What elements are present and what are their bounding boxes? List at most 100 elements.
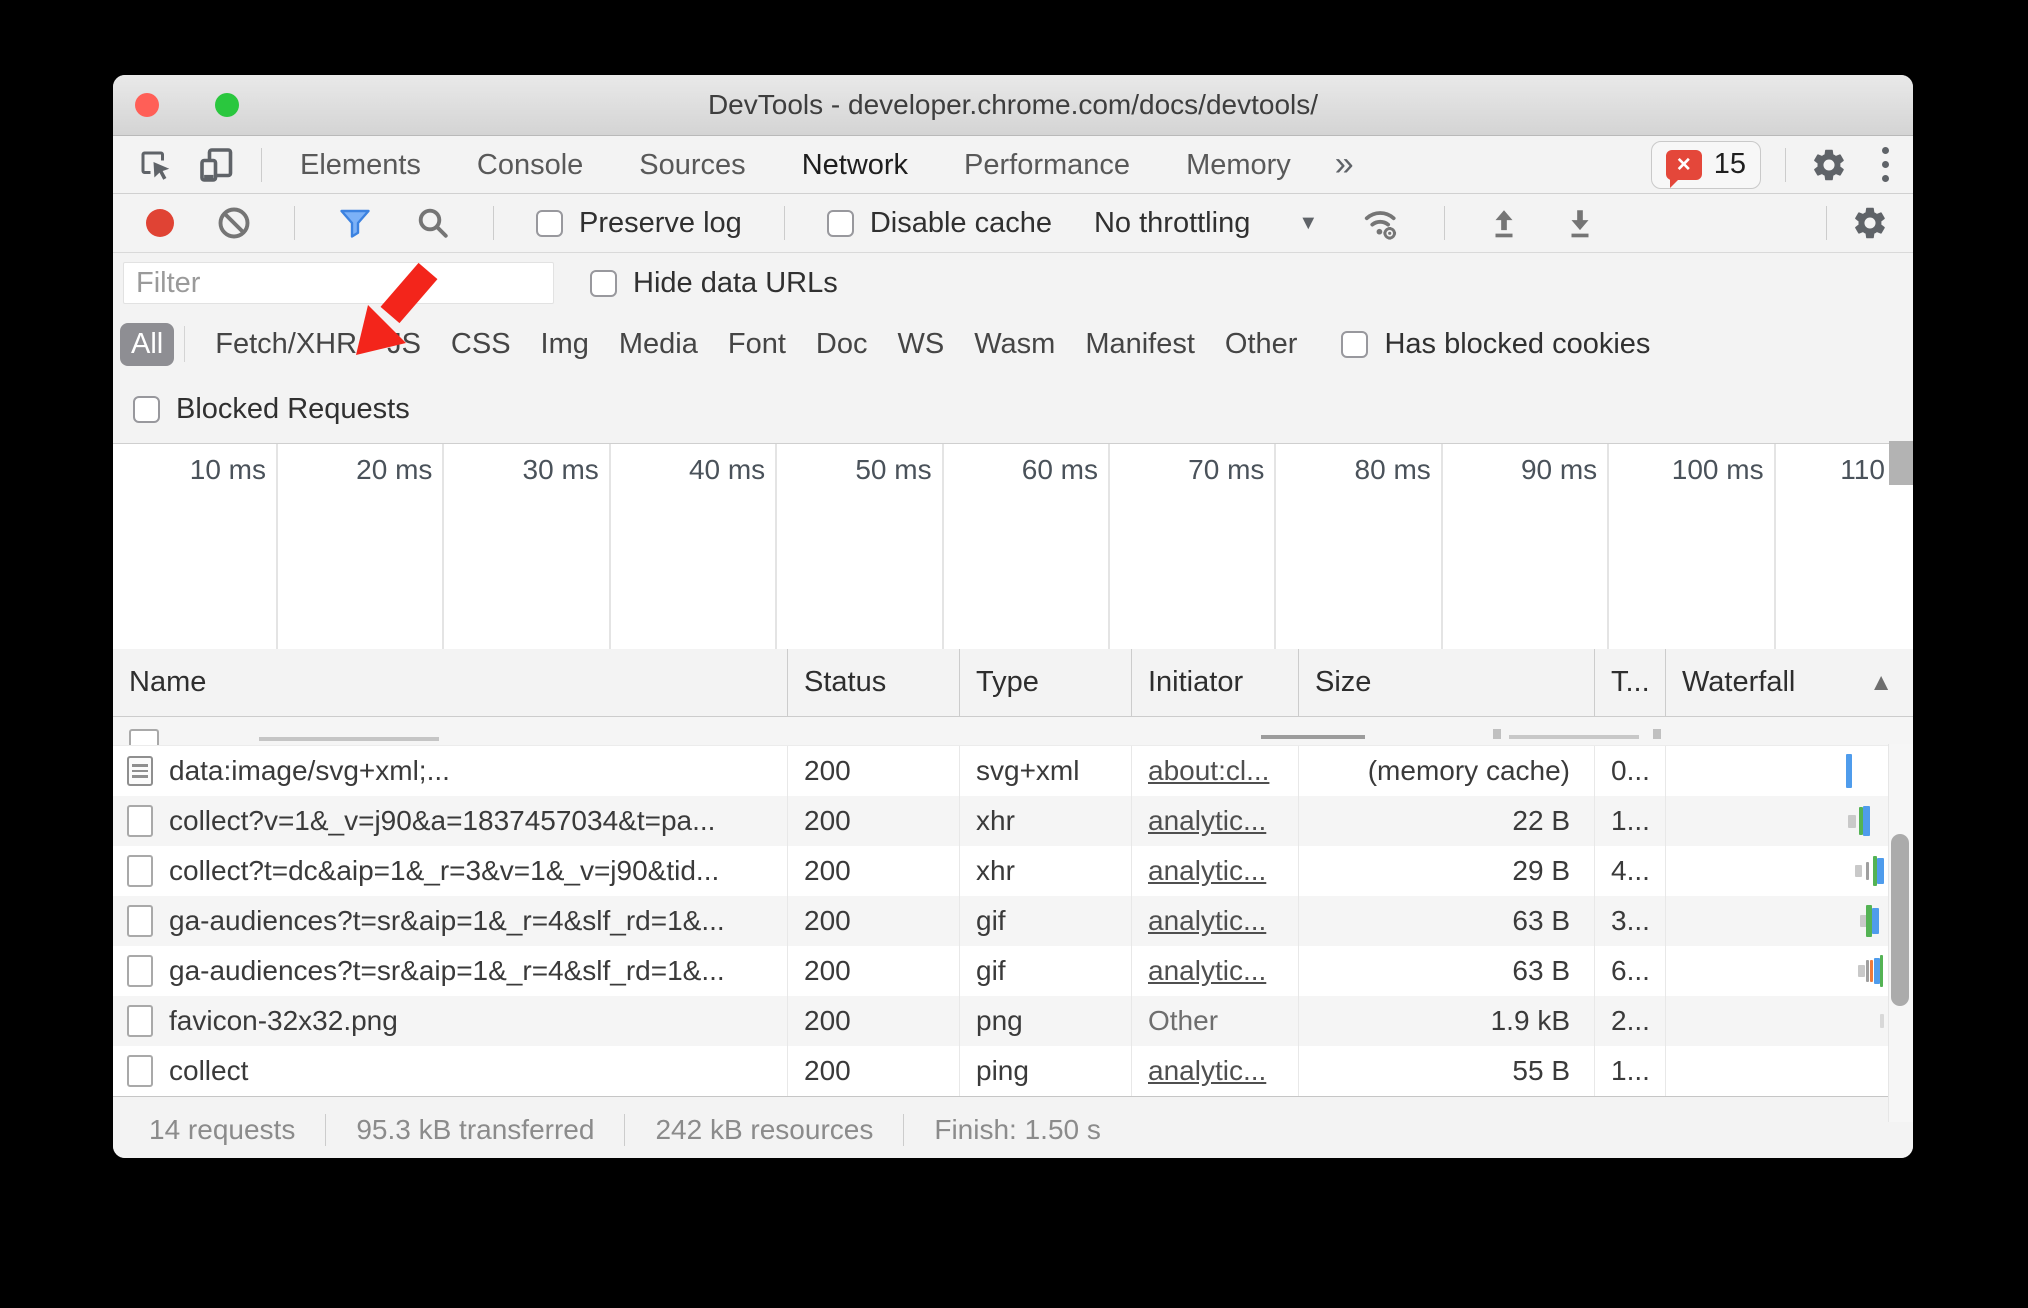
- filter-chip-ws[interactable]: WS: [898, 328, 945, 361]
- table-row-partial[interactable]: [113, 717, 1913, 746]
- table-row[interactable]: data:image/svg+xml;... 200 svg+xml about:cl…: [113, 746, 1913, 796]
- column-header-t[interactable]: T...: [1595, 649, 1666, 716]
- zoom-window-button[interactable]: [215, 93, 239, 117]
- sort-ascending-icon[interactable]: ▲: [1869, 669, 1893, 697]
- network-overview-timeline[interactable]: 10 ms 20 ms 30 ms 40 ms 50 ms 60 ms 70 ms 80 ms…: [113, 444, 1913, 649]
- timeline-tick-label: 40 ms: [688, 454, 766, 485]
- chip-separator: [184, 326, 186, 362]
- column-header-status[interactable]: Status: [788, 649, 960, 716]
- name-cell: ga-audiences?t=sr&aip=1&_r=4&slf_rd=1&..…: [113, 946, 788, 996]
- initiator-link[interactable]: analytic...: [1148, 955, 1266, 987]
- tabbar-right-separator: [1785, 147, 1786, 182]
- file-icon: [127, 855, 153, 887]
- settings-gear-icon[interactable]: [1810, 146, 1848, 184]
- clear-network-log-icon[interactable]: [216, 205, 252, 241]
- minimize-window-button[interactable]: [175, 93, 199, 117]
- column-header-waterfall[interactable]: Waterfall ▲: [1666, 649, 1913, 716]
- size-cell: 29 B: [1299, 846, 1595, 896]
- initiator-link[interactable]: analytic...: [1148, 805, 1266, 837]
- kebab-menu-icon[interactable]: [1872, 147, 1899, 182]
- request-name: ga-audiences?t=sr&aip=1&_r=4&slf_rd=1&..…: [169, 905, 725, 936]
- table-row[interactable]: ga-audiences?t=sr&aip=1&_r=4&slf_rd=1&..…: [113, 896, 1913, 946]
- throttling-dropdown[interactable]: No throttling ▼: [1094, 207, 1318, 240]
- tab-elements[interactable]: Elements: [272, 137, 449, 193]
- toolbar-separator-4: [1444, 206, 1446, 240]
- close-window-button[interactable]: [135, 93, 159, 117]
- column-header-name[interactable]: Name: [113, 649, 788, 716]
- initiator-link[interactable]: analytic...: [1148, 1055, 1266, 1087]
- inspect-element-icon[interactable]: [137, 147, 173, 183]
- export-har-icon[interactable]: [1563, 205, 1597, 241]
- initiator-cell: analytic...: [1132, 846, 1299, 896]
- tab-performance[interactable]: Performance: [936, 137, 1158, 193]
- filter-funnel-icon[interactable]: [337, 205, 373, 241]
- waterfall-bar: [1880, 955, 1883, 987]
- has-blocked-cookies-checkbox[interactable]: [1341, 330, 1369, 358]
- table-row[interactable]: collect 200 ping analytic... 55 B 1...: [113, 1046, 1913, 1096]
- filter-chip-img[interactable]: Img: [541, 328, 589, 361]
- network-settings-gear-icon[interactable]: [1851, 204, 1889, 242]
- hide-data-urls-checkbox[interactable]: [590, 269, 617, 297]
- search-icon[interactable]: [415, 205, 451, 241]
- file-icon: [127, 805, 153, 837]
- window-title: DevTools - developer.chrome.com/docs/dev…: [707, 89, 1319, 120]
- table-row[interactable]: collect?v=1&_v=j90&a=1837457034&t=pa... 2…: [113, 796, 1913, 846]
- column-header-type[interactable]: Type: [960, 649, 1132, 716]
- filter-chip-doc[interactable]: Doc: [816, 328, 868, 361]
- filter-chip-fetch-xhr[interactable]: Fetch/XHR: [215, 328, 357, 361]
- initiator-link[interactable]: about:cl...: [1148, 755, 1269, 787]
- record-network-log-button[interactable]: [146, 209, 174, 237]
- tab-console[interactable]: Console: [449, 137, 611, 193]
- tab-network[interactable]: Network: [774, 137, 936, 193]
- filter-chip-wasm[interactable]: Wasm: [974, 328, 1055, 361]
- import-har-icon[interactable]: [1487, 205, 1521, 241]
- more-tabs-button[interactable]: »: [1319, 145, 1370, 184]
- disable-cache-checkbox[interactable]: [826, 209, 854, 237]
- waterfall-bar: [1872, 908, 1879, 934]
- tab-memory[interactable]: Memory: [1158, 137, 1319, 193]
- initiator-cell: analytic...: [1132, 896, 1299, 946]
- summary-resources: 242 kB resources: [624, 1114, 903, 1146]
- filter-chip-media[interactable]: Media: [619, 328, 698, 361]
- filter-chip-all[interactable]: All: [120, 322, 175, 366]
- table-row[interactable]: collect?t=dc&aip=1&_r=3&v=1&_v=j90&tid..…: [113, 846, 1913, 896]
- column-header-size[interactable]: Size: [1299, 649, 1595, 716]
- console-error-badge[interactable]: × 15: [1650, 140, 1761, 189]
- initiator-link[interactable]: analytic...: [1148, 905, 1266, 937]
- time-cell: 2...: [1595, 996, 1666, 1046]
- timeline-tick-label: 100 ms: [1671, 454, 1764, 485]
- timeline-scrollbar-block[interactable]: [1889, 441, 1913, 485]
- initiator-text: Other: [1148, 1005, 1219, 1036]
- document-icon: [127, 756, 153, 786]
- size-cell: 55 B: [1299, 1046, 1595, 1096]
- name-cell: ga-audiences?t=sr&aip=1&_r=4&slf_rd=1&..…: [113, 896, 788, 946]
- waterfall-cell: [1666, 746, 1913, 796]
- table-row[interactable]: favicon-32x32.png 200 png Other 1.9 kB 2...: [113, 996, 1913, 1046]
- request-name: data:image/svg+xml;...: [169, 755, 450, 786]
- tab-sources[interactable]: Sources: [611, 137, 773, 193]
- filter-chip-css[interactable]: CSS: [451, 328, 511, 361]
- filter-chip-manifest[interactable]: Manifest: [1085, 328, 1195, 361]
- preserve-log-checkbox[interactable]: [536, 209, 563, 237]
- time-cell: 3...: [1595, 896, 1666, 946]
- filter-chip-other[interactable]: Other: [1225, 328, 1298, 361]
- initiator-link[interactable]: analytic...: [1148, 855, 1266, 887]
- request-name: collect: [169, 1055, 249, 1086]
- network-toolbar: Preserve log Disable cache No throttling…: [113, 194, 1913, 253]
- device-toolbar-icon[interactable]: [197, 147, 237, 183]
- initiator-cell: about:cl...: [1132, 746, 1299, 796]
- status-cell: 200: [788, 846, 960, 896]
- column-header-initiator[interactable]: Initiator: [1132, 649, 1299, 716]
- devtools-tabbar: Elements Console Sources Network Performance…: [113, 136, 1913, 194]
- table-scrollbar-thumb[interactable]: [1891, 834, 1909, 1006]
- table-row[interactable]: ga-audiences?t=sr&aip=1&_r=4&slf_rd=1&..…: [113, 946, 1913, 996]
- type-cell: gif: [960, 946, 1132, 996]
- filter-chip-font[interactable]: Font: [728, 328, 786, 361]
- status-cell: 200: [788, 946, 960, 996]
- waterfall-cell: [1666, 1046, 1913, 1096]
- filter-input[interactable]: [123, 262, 554, 304]
- toolbar-separator-2: [493, 206, 494, 240]
- blocked-requests-checkbox[interactable]: [133, 395, 160, 423]
- summary-requests: 14 requests: [149, 1114, 296, 1145]
- network-conditions-icon[interactable]: [1360, 204, 1402, 242]
